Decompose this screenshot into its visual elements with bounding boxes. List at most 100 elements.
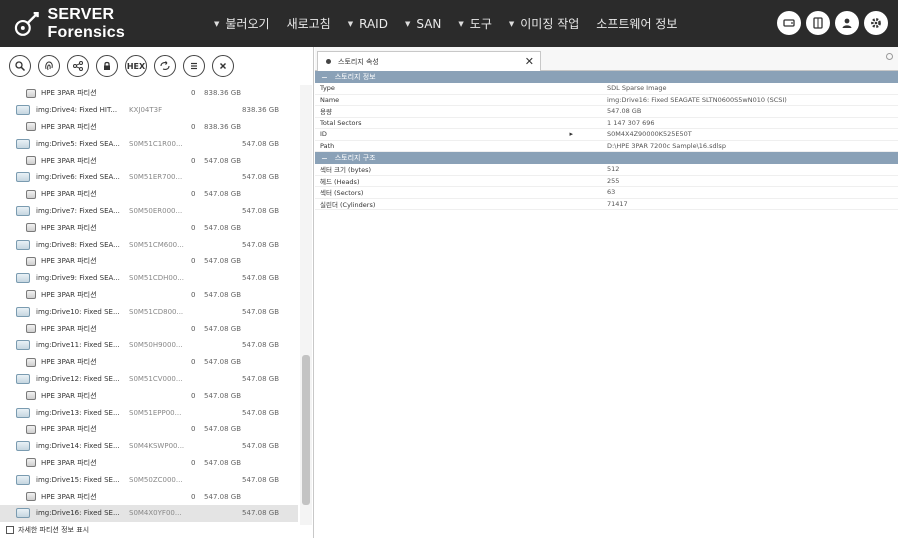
tree-drive-row[interactable]: img:Drive14: Fixed SE... S0M4KSWP00... 547… xyxy=(0,438,298,455)
property-row[interactable]: Type SDL Sparse Image xyxy=(315,83,898,95)
tree-part-cell: 0 xyxy=(191,425,196,434)
tree-partition-row[interactable]: HPE 3PAR 파티션 0 547.08 GB xyxy=(0,152,298,169)
user-icon[interactable] xyxy=(835,11,859,35)
menu-item-2[interactable]: ▼ RAID xyxy=(348,17,388,31)
tree-part-cell: 0 xyxy=(191,458,196,467)
property-row[interactable]: Name img:Drive16: Fixed SEAGATE SLTN0600S… xyxy=(315,95,898,106)
fingerprint-icon[interactable] xyxy=(38,55,60,77)
detail-partition-checkbox[interactable] xyxy=(6,526,14,534)
gear-icon[interactable] xyxy=(864,11,888,35)
hex-icon[interactable]: HEX xyxy=(125,55,147,77)
menu-item-label: 소프트웨어 정보 xyxy=(596,17,678,31)
tree-drive-row[interactable]: img:Drive8: Fixed SEA... S0M51CM600... 547… xyxy=(0,236,298,253)
menu-item-6[interactable]: 소프트웨어 정보 xyxy=(596,15,677,32)
tree-name-cell: img:Drive14: Fixed SE... xyxy=(36,442,120,451)
property-key: Path xyxy=(315,142,585,150)
collapse-icon[interactable]: − xyxy=(321,73,328,82)
search-icon[interactable] xyxy=(9,55,31,77)
tree-partition-row[interactable]: HPE 3PAR 파티션 0 547.08 GB xyxy=(0,253,298,270)
tree-part-cell: 0 xyxy=(191,190,196,199)
panel-restore-icon[interactable] xyxy=(886,53,893,60)
tree-serial-cell: S0M4X0YF00... xyxy=(129,509,182,518)
property-row[interactable]: 용량 547.08 GB xyxy=(315,106,898,118)
tree-drive-row[interactable]: img:Drive4: Fixed HIT... KXJ04T3F 838.36 G… xyxy=(0,102,298,119)
tree-name-cell: img:Drive4: Fixed HIT... xyxy=(36,106,118,115)
tree-serial-cell: S0M51CDH00... xyxy=(129,274,184,283)
property-value: S0M4X4Z90000K525E50T xyxy=(607,130,692,139)
expand-arrow-icon[interactable]: ▸ xyxy=(569,130,573,138)
tree-partition-row[interactable]: HPE 3PAR 파티션 0 547.08 GB xyxy=(0,421,298,438)
drive-icon[interactable] xyxy=(777,11,801,35)
tree-serial-cell: S0M51C1R00... xyxy=(129,139,183,148)
tree-partition-row[interactable]: HPE 3PAR 파티션 0 547.08 GB xyxy=(0,387,298,404)
close-icon[interactable] xyxy=(212,55,234,77)
lock-icon[interactable] xyxy=(96,55,118,77)
property-row[interactable]: Path D:\HPE 3PAR 7200c Sample\16.sdlsp xyxy=(315,141,898,152)
property-row[interactable]: Total Sectors 1 147 307 696 xyxy=(315,118,898,129)
tree-drive-row[interactable]: img:Drive11: Fixed SE... S0M50H9000... 547… xyxy=(0,337,298,354)
property-row[interactable]: 헤드 (Heads) 255 xyxy=(315,176,898,187)
property-key: 용량 xyxy=(315,106,585,116)
export-icon[interactable] xyxy=(154,55,176,77)
share-icon[interactable] xyxy=(67,55,89,77)
property-row[interactable]: 섹터 (Sectors) 63 xyxy=(315,187,898,199)
top-icon-group xyxy=(777,11,888,35)
tree-partition-row[interactable]: HPE 3PAR 파티션 0 547.08 GB xyxy=(0,320,298,337)
tab-close-icon[interactable]: ✕ xyxy=(525,55,534,68)
tree-partition-row[interactable]: HPE 3PAR 파티션 0 547.08 GB xyxy=(0,455,298,472)
tab-storage-properties[interactable]: 스토리지 속성 ✕ xyxy=(317,51,541,71)
tree-name-cell: img:Drive13: Fixed SE... xyxy=(36,408,120,417)
section-header[interactable]: − 스토리지 정보 xyxy=(315,71,898,83)
section-title: 스토리지 정보 xyxy=(334,73,376,81)
menu-item-0[interactable]: ▼ 불러오기 xyxy=(214,15,270,32)
section-header[interactable]: − 스토리지 구조 xyxy=(315,152,898,164)
tree-partition-row[interactable]: HPE 3PAR 파티션 0 547.08 GB xyxy=(0,354,298,371)
top-menu-bar: SERVER Forensics ▼ 불러오기 새로고침 ▼ RAID ▼ SAN ▼ 도구 ▼ 이… xyxy=(0,0,898,47)
partition-icon xyxy=(26,492,36,502)
tree-part-cell: 0 xyxy=(191,358,196,367)
tree-name-cell: HPE 3PAR 파티션 xyxy=(41,223,97,232)
tree-partition-row[interactable]: HPE 3PAR 파티션 0 838.36 GB xyxy=(0,85,298,102)
tree-partition-row[interactable]: HPE 3PAR 파티션 0 547.08 GB xyxy=(0,287,298,304)
drive-image-icon xyxy=(16,239,30,250)
tree-partition-row[interactable]: HPE 3PAR 파티션 0 547.08 GB xyxy=(0,488,298,505)
tree-drive-row[interactable]: img:Drive7: Fixed SEA... S0M50ER000... 547… xyxy=(0,203,298,220)
tree-drive-row[interactable]: img:Drive9: Fixed SEA... S0M51CDH00... 547… xyxy=(0,270,298,287)
tree-name-cell: img:Drive15: Fixed SE... xyxy=(36,475,120,484)
tree-drive-row[interactable]: img:Drive12: Fixed SE... S0M51CV000... 547… xyxy=(0,371,298,388)
tree-drive-row[interactable]: img:Drive10: Fixed SE... S0M51CD800... 547… xyxy=(0,303,298,320)
property-row[interactable]: 섹터 크기 (bytes) 512 xyxy=(315,164,898,176)
tree-partition-row[interactable]: HPE 3PAR 파티션 0 547.08 GB xyxy=(0,219,298,236)
tree-part-cell: 0 xyxy=(191,324,196,333)
tree-part-cell: 0 xyxy=(191,492,196,501)
collapse-icon[interactable]: − xyxy=(321,154,328,163)
menu-item-3[interactable]: ▼ SAN xyxy=(405,17,441,31)
menu-item-4[interactable]: ▼ 도구 xyxy=(458,15,491,32)
tree-drive-row[interactable]: img:Drive5: Fixed SEA... S0M51C1R00... 547… xyxy=(0,135,298,152)
tree-size-cell: 547.08 GB xyxy=(242,240,279,249)
tree-part-cell: 0 xyxy=(191,89,196,98)
menu-item-1[interactable]: 새로고침 xyxy=(287,15,331,32)
property-row[interactable]: ID ▸ S0M4X4Z90000K525E50T xyxy=(315,129,898,141)
logo-icon xyxy=(14,11,39,36)
menu-item-5[interactable]: ▼ 이미징 작업 xyxy=(509,15,579,32)
tree-drive-row[interactable]: img:Drive13: Fixed SE... S0M51EPP00... 547… xyxy=(0,404,298,421)
property-value: 255 xyxy=(607,176,620,185)
property-row[interactable]: 실린더 (Cylinders) 71417 xyxy=(315,199,898,210)
tree-drive-row[interactable]: img:Drive16: Fixed SE... S0M4X0YF00... 547… xyxy=(0,504,298,522)
detail-partition-toggle[interactable]: 자세한 파티션 정보 표시 xyxy=(6,525,89,535)
tree-scrollbar-thumb[interactable] xyxy=(302,355,310,505)
property-value: 547.08 GB xyxy=(607,107,642,116)
tree-drive-row[interactable]: img:Drive6: Fixed SEA... S0M51ER700... 547… xyxy=(0,169,298,186)
tree-partition-row[interactable]: HPE 3PAR 파티션 0 838.36 GB xyxy=(0,119,298,136)
drive-image-icon xyxy=(16,373,30,384)
tab-dot-icon xyxy=(326,59,331,64)
tree-partition-row[interactable]: HPE 3PAR 파티션 0 547.08 GB xyxy=(0,186,298,203)
property-key-text: Name xyxy=(320,95,340,104)
partition-icon xyxy=(26,290,36,300)
list-icon[interactable] xyxy=(183,55,205,77)
tree-scrollbar[interactable] xyxy=(300,85,312,525)
book-icon[interactable] xyxy=(806,11,830,35)
tree-size-cell: 547.08 GB xyxy=(242,475,279,484)
tree-drive-row[interactable]: img:Drive15: Fixed SE... S0M50ZC000... 547… xyxy=(0,471,298,488)
